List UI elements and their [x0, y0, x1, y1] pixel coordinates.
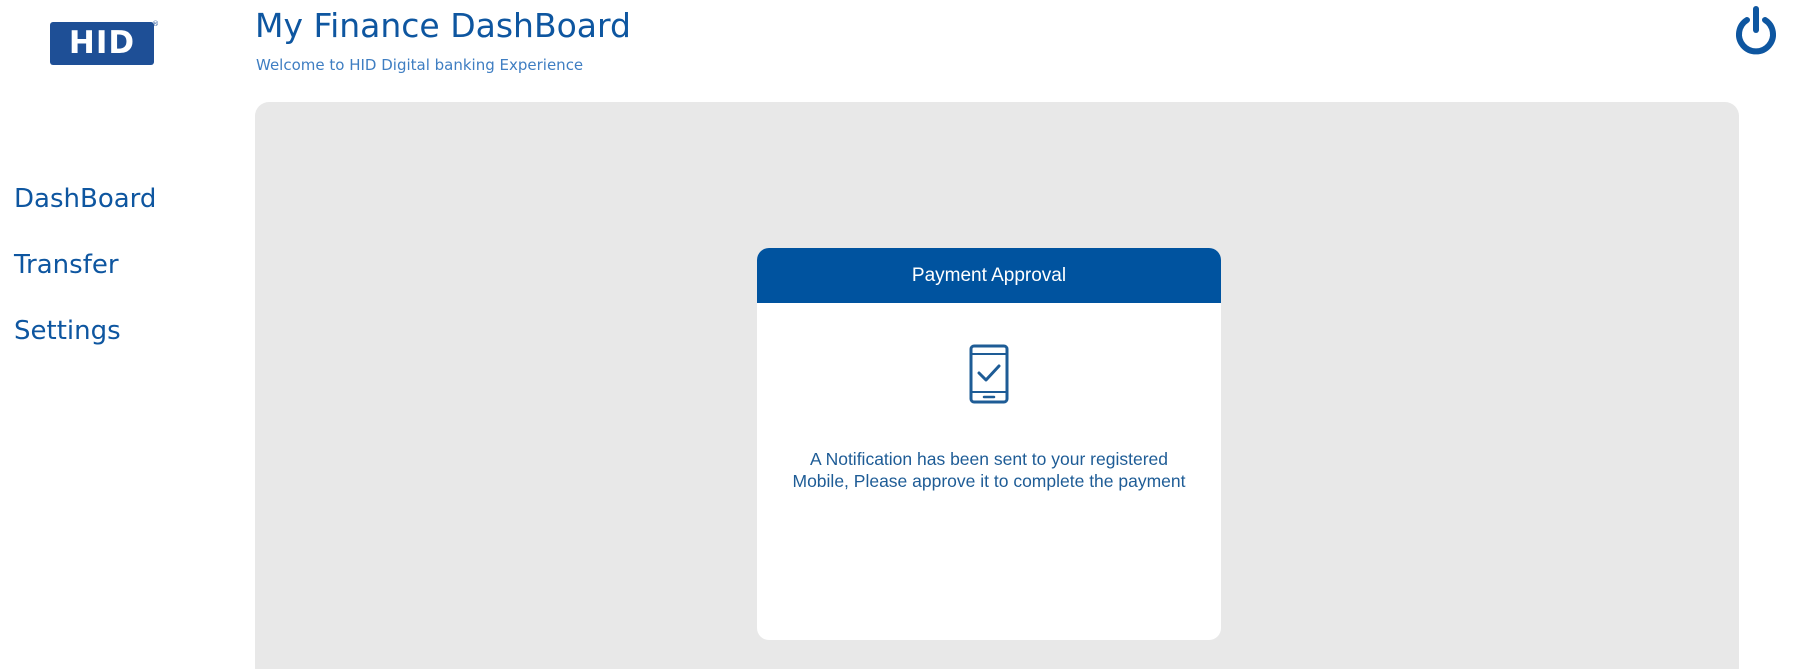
sidebar-item-settings[interactable]: Settings — [14, 308, 234, 374]
hid-logo: HID ® — [50, 20, 159, 65]
sidebar-item-transfer[interactable]: Transfer — [14, 242, 234, 308]
card-body: A Notification has been sent to your reg… — [757, 303, 1221, 640]
logo-registered-mark: ® — [152, 20, 159, 28]
mobile-check-icon — [969, 344, 1009, 404]
sidebar: DashBoard Transfer Settings — [14, 176, 234, 374]
page-title: My Finance DashBoard — [255, 6, 631, 45]
sidebar-item-dashboard[interactable]: DashBoard — [14, 176, 234, 242]
card-title: Payment Approval — [911, 264, 1067, 286]
page: HID ® My Finance DashBoard Welcome to HI… — [0, 0, 1801, 669]
main-panel: Payment Approval A Notification has been… — [255, 102, 1739, 669]
page-subtitle: Welcome to HID Digital banking Experienc… — [256, 56, 584, 74]
notification-message: A Notification has been sent to your reg… — [792, 449, 1186, 491]
payment-approval-card: Payment Approval A Notification has been… — [757, 248, 1221, 640]
card-header: Payment Approval — [757, 248, 1221, 303]
power-button[interactable] — [1732, 4, 1780, 58]
power-icon — [1736, 6, 1776, 55]
logo-text: HID — [68, 25, 136, 61]
